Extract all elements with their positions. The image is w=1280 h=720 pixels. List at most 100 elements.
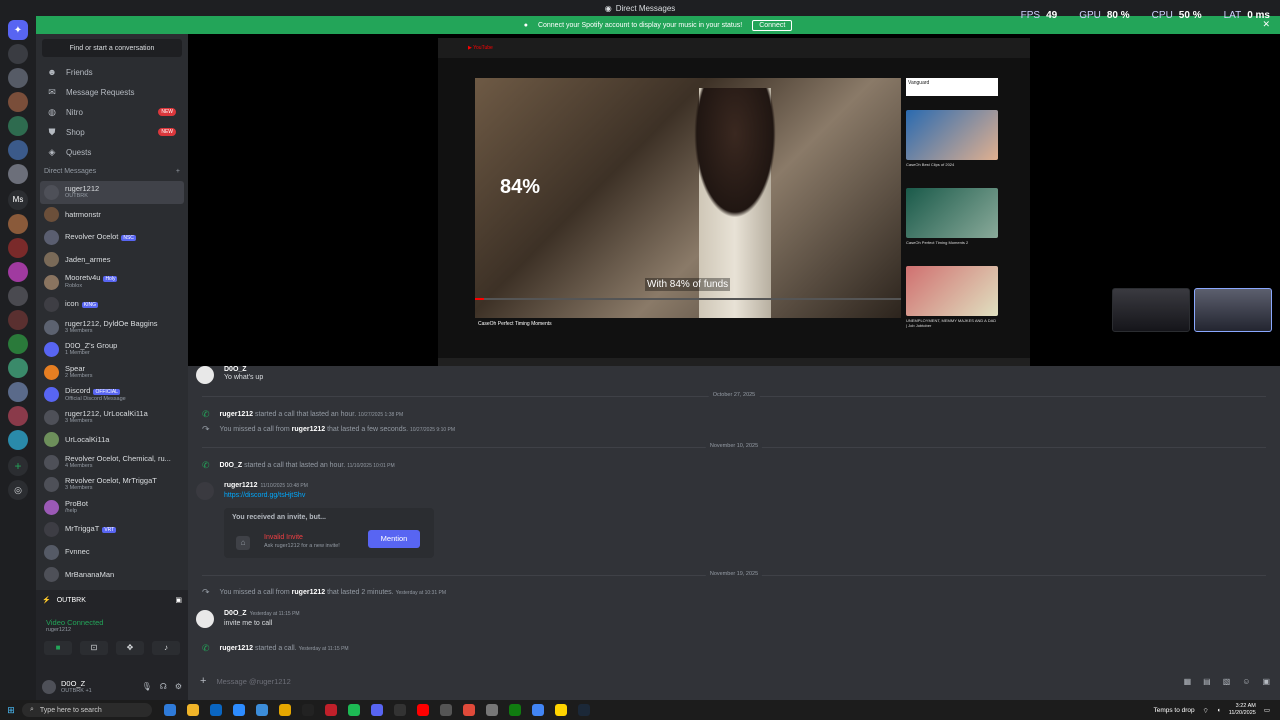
emoji-icon[interactable]: ☺ [1242,677,1250,686]
server-icon[interactable] [8,286,28,306]
dm-item[interactable]: ruger1212 OUTBRK [40,181,184,204]
nav-item[interactable]: ⛊ Shop NEW [36,122,188,142]
app-icon[interactable] [463,704,475,716]
dm-item[interactable]: hatrmonstr [36,204,188,227]
app-icon[interactable] [394,704,406,716]
video-thumb-title[interactable]: UNEMPLOYMENT, MEMMY MAJKES AND A DAD | J… [906,318,998,328]
server-icon[interactable] [8,406,28,426]
avatar[interactable] [42,679,56,694]
ad-box[interactable]: Vanguard [906,78,998,96]
server-icon[interactable] [8,430,28,450]
dm-item[interactable]: ruger1212, UrLocalKi11a 3 Members [36,406,188,429]
mention-button[interactable]: Mention [368,530,420,548]
dm-item[interactable]: Fvnnec [36,541,188,564]
avatar[interactable] [196,482,214,500]
dm-item[interactable]: Revolver Ocelot NSC [36,226,188,249]
add-dm-button[interactable]: + [176,168,180,175]
invite-link[interactable]: https://discord.gg/tsHjtShv [224,492,305,499]
server-icon[interactable] [8,116,28,136]
app-icon[interactable] [233,704,245,716]
video-thumb-title[interactable]: CaseOh Perfect Timing Moments 2 [906,240,998,248]
dm-item[interactable]: Revolver Ocelot, Chemical, ru... 4 Member… [36,451,188,474]
dm-item[interactable]: Revolver Ocelot, MrTriggaT 3 Members [36,474,188,497]
server-icon[interactable] [8,334,28,354]
server-icon[interactable] [8,214,28,234]
video-thumbnail[interactable] [906,188,998,238]
dm-item[interactable]: Mooretv4u Holy Roblox [36,271,188,294]
headphones-icon[interactable]: ☊ [160,682,167,691]
avatar[interactable] [196,366,214,384]
dm-item[interactable]: UrLocalKi11a [36,429,188,452]
video-title[interactable]: CaseOh Perfect Timing Moments [478,321,552,327]
connect-button[interactable]: Connect [752,19,793,31]
start-icon[interactable]: ⊞ [0,705,22,716]
video-thumb-title[interactable]: CaseOh Best Clips of 2024 [906,162,998,170]
search-input[interactable]: Find or start a conversation [42,39,182,57]
video-thumbnail[interactable] [906,266,998,316]
app-icon[interactable] [578,704,590,716]
apps-icon[interactable]: ▣ [1262,677,1270,686]
app-icon[interactable] [302,704,314,716]
nav-item[interactable]: ✉ Message Requests [36,82,188,102]
dm-item[interactable]: Discord OFFICIAL Official Discord Message [36,384,188,407]
app-icon[interactable] [417,704,429,716]
dm-item[interactable]: Jaden_armes [36,249,188,272]
app-icon[interactable] [279,704,291,716]
tray-text[interactable]: Temps to drop [1153,707,1194,714]
nav-item[interactable]: ☻ Friends [36,62,188,82]
activities-icon[interactable]: ✥ [116,641,144,655]
dm-item[interactable]: ProBot/help [36,496,188,519]
dm-item[interactable]: ruger1212, DyldOe Baggins 3 Members [36,316,188,339]
camera-tile-active[interactable] [1194,288,1272,332]
app-icon[interactable] [440,704,452,716]
server-icon[interactable] [8,44,28,64]
app-icon[interactable] [256,704,268,716]
network-icon[interactable]: ⌔ [1203,706,1209,715]
shared-screen[interactable]: ▶ YouTube 84% With 84% of funds CaseOh P… [438,38,1030,368]
server-icon[interactable] [8,310,28,330]
camera-icon[interactable]: ■ [44,641,72,655]
server-icon[interactable] [8,140,28,160]
video-thumbnail[interactable] [906,110,998,160]
dm-item[interactable]: MrTriggaT VRT [36,519,188,542]
sticker-icon[interactable]: ▧ [1223,677,1231,686]
discover-icon[interactable]: ◎ [8,480,28,500]
app-icon[interactable] [164,704,176,716]
server-icon[interactable] [8,238,28,258]
gif-icon[interactable]: ▤ [1203,677,1211,686]
app-icon[interactable] [348,704,360,716]
gift-icon[interactable]: ▦ [1184,677,1192,686]
dm-item[interactable]: Spear 2 Members [36,361,188,384]
server-icon[interactable] [8,68,28,88]
mic-icon[interactable]: 🎙 [142,682,152,691]
chat-icon[interactable]: ▣ [175,596,182,604]
dm-item[interactable]: MrBananaMan [36,564,188,587]
taskbar-search[interactable]: ⌕ Type here to search [22,703,152,717]
server-icon[interactable]: Ms [8,190,28,210]
app-icon[interactable] [486,704,498,716]
message-composer[interactable]: + Message @ruger1212 ▦ ▤ ▧ ☺ ▣ [196,672,1276,690]
notification-icon[interactable]: ▭ [1264,706,1270,714]
video-player[interactable]: 84% With 84% of funds [475,78,901,318]
settings-gear-icon[interactable]: ⚙ [175,682,182,691]
app-icon[interactable] [210,704,222,716]
soundboard-icon[interactable]: ♪ [152,641,180,655]
app-icon[interactable] [555,704,567,716]
app-icon[interactable] [509,704,521,716]
home-button[interactable]: ✦ [8,20,28,40]
volume-icon[interactable]: ◖ [1217,707,1221,714]
dm-item[interactable]: icon KING [36,294,188,317]
app-icon[interactable] [532,704,544,716]
clock[interactable]: 3:22 AM 11/20/2025 [1229,703,1256,717]
server-icon[interactable] [8,358,28,378]
screen-share-icon[interactable]: ⊡ [80,641,108,655]
app-icon[interactable] [371,704,383,716]
add-attachment-icon[interactable]: + [200,675,206,687]
server-icon[interactable] [8,164,28,184]
server-icon[interactable] [8,382,28,402]
composer-input[interactable]: Message @ruger1212 [216,677,290,686]
dm-item[interactable]: D0O_Z's Group 1 Member [36,339,188,362]
add-server-icon[interactable]: + [8,456,28,476]
nav-item[interactable]: ◈ Quests [36,142,188,162]
app-icon[interactable] [187,704,199,716]
